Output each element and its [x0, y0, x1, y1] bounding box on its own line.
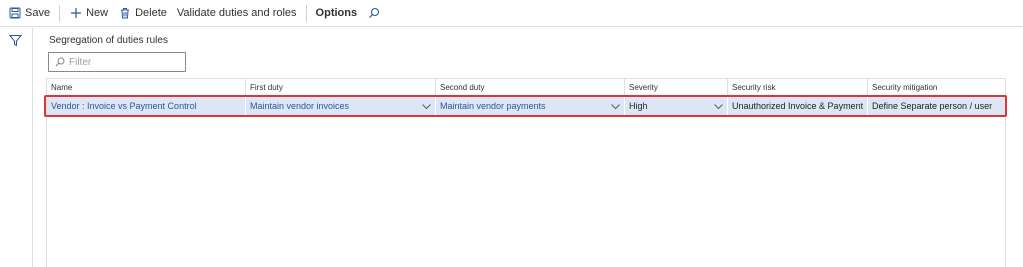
security-risk-cell[interactable]: Unauthorized Invoice & Payment [728, 97, 868, 116]
column-header-name[interactable]: Name [47, 79, 246, 96]
delete-label: Delete [135, 7, 167, 19]
options-tab[interactable]: Options [311, 0, 363, 27]
severity-dropdown[interactable]: High [625, 97, 728, 116]
security-mitigation-cell[interactable]: Define Separate person / user [868, 97, 1005, 116]
funnel-icon[interactable] [8, 34, 23, 47]
page-title: Segregation of duties rules [49, 35, 168, 46]
chevron-down-icon [611, 104, 620, 110]
table-row[interactable]: Vendor : Invoice vs Payment Control Main… [47, 97, 1005, 116]
plus-icon [69, 7, 82, 20]
save-button[interactable]: Save [0, 0, 55, 27]
search-icon [55, 57, 65, 67]
delete-button[interactable]: Delete [113, 0, 172, 27]
options-label: Options [315, 7, 358, 19]
filter-input[interactable]: Filter [48, 52, 186, 72]
save-label: Save [25, 7, 51, 19]
save-icon [8, 7, 21, 20]
first-duty-dropdown[interactable]: Maintain vendor invoices [246, 97, 436, 116]
filter-placeholder: Filter [69, 56, 92, 68]
trash-icon [118, 7, 131, 20]
first-duty-value: Maintain vendor invoices [250, 101, 350, 111]
new-button[interactable]: New [64, 0, 113, 27]
name-cell[interactable]: Vendor : Invoice vs Payment Control [47, 97, 246, 116]
column-header-second-duty[interactable]: Second duty [436, 79, 625, 96]
grid-header: Name First duty Second duty Severity Sec… [47, 78, 1005, 96]
column-header-first-duty[interactable]: First duty [246, 79, 436, 96]
severity-value: High [629, 101, 648, 111]
column-header-security-risk[interactable]: Security risk [728, 79, 868, 96]
search-icon [367, 7, 380, 20]
second-duty-dropdown[interactable]: Maintain vendor payments [436, 97, 625, 116]
toolbar-divider [59, 4, 61, 22]
search-button[interactable] [362, 0, 389, 27]
new-label: New [86, 7, 109, 19]
validate-duties-and-roles-button[interactable]: Validate duties and roles [172, 0, 302, 27]
rules-grid: Name First duty Second duty Severity Sec… [46, 78, 1006, 267]
chevron-down-icon [714, 104, 723, 110]
validate-label: Validate duties and roles [176, 7, 297, 19]
toolbar-divider [305, 4, 307, 22]
second-duty-value: Maintain vendor payments [440, 101, 546, 111]
chevron-down-icon [422, 104, 431, 110]
column-header-severity[interactable]: Severity [625, 79, 728, 96]
column-header-security-mitigation[interactable]: Security mitigation [868, 79, 1005, 96]
action-pane: Save New Delete Validate duties and role… [0, 0, 1023, 27]
left-filter-pane [0, 28, 33, 267]
